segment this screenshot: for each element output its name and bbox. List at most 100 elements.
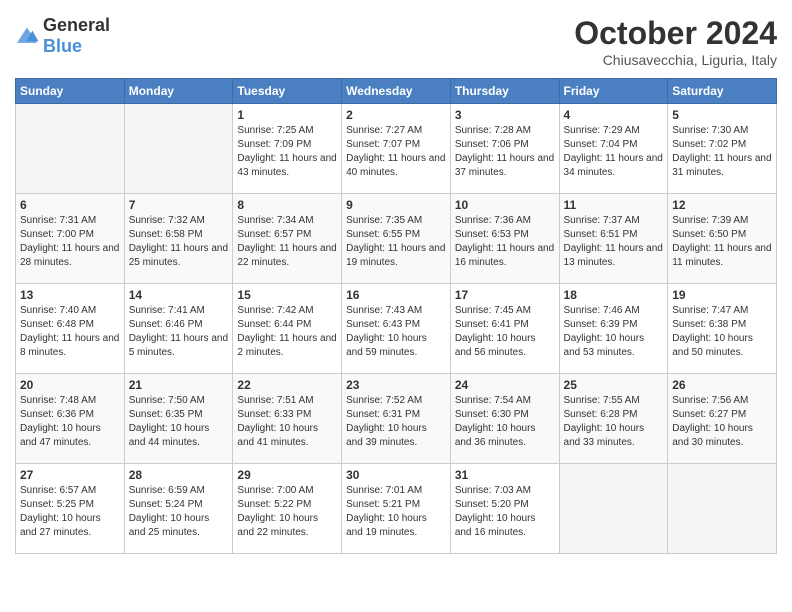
day-number: 28 — [129, 468, 229, 482]
logo-general: General — [43, 15, 110, 35]
day-number: 22 — [237, 378, 337, 392]
calendar-cell: 21 Sunrise: 7:50 AM Sunset: 6:35 PM Dayl… — [124, 374, 233, 464]
calendar-cell: 9 Sunrise: 7:35 AM Sunset: 6:55 PM Dayli… — [342, 194, 451, 284]
calendar-cell — [124, 104, 233, 194]
day-number: 6 — [20, 198, 120, 212]
day-info: Sunrise: 6:59 AM Sunset: 5:24 PM Dayligh… — [129, 484, 229, 540]
day-number: 11 — [564, 198, 664, 212]
day-number: 12 — [672, 198, 772, 212]
calendar-cell: 13 Sunrise: 7:40 AM Sunset: 6:48 PM Dayl… — [16, 284, 125, 374]
calendar-cell: 3 Sunrise: 7:28 AM Sunset: 7:06 PM Dayli… — [450, 104, 559, 194]
header-thursday: Thursday — [450, 79, 559, 104]
day-info: Sunrise: 7:37 AM Sunset: 6:51 PM Dayligh… — [564, 214, 664, 270]
calendar-week-3: 13 Sunrise: 7:40 AM Sunset: 6:48 PM Dayl… — [16, 284, 777, 374]
day-info: Sunrise: 7:54 AM Sunset: 6:30 PM Dayligh… — [455, 394, 555, 450]
day-info: Sunrise: 7:47 AM Sunset: 6:38 PM Dayligh… — [672, 304, 772, 360]
day-info: Sunrise: 7:50 AM Sunset: 6:35 PM Dayligh… — [129, 394, 229, 450]
calendar-cell: 18 Sunrise: 7:46 AM Sunset: 6:39 PM Dayl… — [559, 284, 668, 374]
header-friday: Friday — [559, 79, 668, 104]
day-info: Sunrise: 7:30 AM Sunset: 7:02 PM Dayligh… — [672, 124, 772, 180]
day-number: 23 — [346, 378, 446, 392]
day-info: Sunrise: 7:55 AM Sunset: 6:28 PM Dayligh… — [564, 394, 664, 450]
page-header: General Blue October 2024 Chiusavecchia,… — [15, 15, 777, 68]
calendar-week-5: 27 Sunrise: 6:57 AM Sunset: 5:25 PM Dayl… — [16, 464, 777, 554]
header-tuesday: Tuesday — [233, 79, 342, 104]
calendar-week-2: 6 Sunrise: 7:31 AM Sunset: 7:00 PM Dayli… — [16, 194, 777, 284]
header-row: Sunday Monday Tuesday Wednesday Thursday… — [16, 79, 777, 104]
day-info: Sunrise: 7:42 AM Sunset: 6:44 PM Dayligh… — [237, 304, 337, 360]
calendar-week-4: 20 Sunrise: 7:48 AM Sunset: 6:36 PM Dayl… — [16, 374, 777, 464]
calendar-cell: 23 Sunrise: 7:52 AM Sunset: 6:31 PM Dayl… — [342, 374, 451, 464]
calendar-cell: 30 Sunrise: 7:01 AM Sunset: 5:21 PM Dayl… — [342, 464, 451, 554]
calendar-cell — [668, 464, 777, 554]
location-title: Chiusavecchia, Liguria, Italy — [574, 52, 777, 68]
day-info: Sunrise: 7:34 AM Sunset: 6:57 PM Dayligh… — [237, 214, 337, 270]
day-number: 25 — [564, 378, 664, 392]
day-number: 8 — [237, 198, 337, 212]
day-number: 9 — [346, 198, 446, 212]
day-info: Sunrise: 7:45 AM Sunset: 6:41 PM Dayligh… — [455, 304, 555, 360]
day-number: 30 — [346, 468, 446, 482]
day-number: 31 — [455, 468, 555, 482]
day-info: Sunrise: 7:52 AM Sunset: 6:31 PM Dayligh… — [346, 394, 446, 450]
day-info: Sunrise: 7:56 AM Sunset: 6:27 PM Dayligh… — [672, 394, 772, 450]
calendar-cell: 25 Sunrise: 7:55 AM Sunset: 6:28 PM Dayl… — [559, 374, 668, 464]
calendar-cell: 29 Sunrise: 7:00 AM Sunset: 5:22 PM Dayl… — [233, 464, 342, 554]
day-number: 1 — [237, 108, 337, 122]
calendar-cell: 7 Sunrise: 7:32 AM Sunset: 6:58 PM Dayli… — [124, 194, 233, 284]
day-info: Sunrise: 7:31 AM Sunset: 7:00 PM Dayligh… — [20, 214, 120, 270]
day-number: 5 — [672, 108, 772, 122]
day-number: 15 — [237, 288, 337, 302]
day-number: 16 — [346, 288, 446, 302]
day-number: 4 — [564, 108, 664, 122]
day-number: 24 — [455, 378, 555, 392]
calendar-cell: 12 Sunrise: 7:39 AM Sunset: 6:50 PM Dayl… — [668, 194, 777, 284]
calendar-cell: 16 Sunrise: 7:43 AM Sunset: 6:43 PM Dayl… — [342, 284, 451, 374]
calendar-cell: 22 Sunrise: 7:51 AM Sunset: 6:33 PM Dayl… — [233, 374, 342, 464]
calendar-table: Sunday Monday Tuesday Wednesday Thursday… — [15, 78, 777, 554]
day-number: 19 — [672, 288, 772, 302]
day-info: Sunrise: 6:57 AM Sunset: 5:25 PM Dayligh… — [20, 484, 120, 540]
day-number: 21 — [129, 378, 229, 392]
calendar-cell: 10 Sunrise: 7:36 AM Sunset: 6:53 PM Dayl… — [450, 194, 559, 284]
header-monday: Monday — [124, 79, 233, 104]
day-info: Sunrise: 7:35 AM Sunset: 6:55 PM Dayligh… — [346, 214, 446, 270]
logo: General Blue — [15, 15, 110, 57]
calendar-cell: 11 Sunrise: 7:37 AM Sunset: 6:51 PM Dayl… — [559, 194, 668, 284]
day-number: 17 — [455, 288, 555, 302]
calendar-cell — [16, 104, 125, 194]
day-number: 27 — [20, 468, 120, 482]
calendar-cell: 6 Sunrise: 7:31 AM Sunset: 7:00 PM Dayli… — [16, 194, 125, 284]
calendar-cell: 31 Sunrise: 7:03 AM Sunset: 5:20 PM Dayl… — [450, 464, 559, 554]
day-info: Sunrise: 7:36 AM Sunset: 6:53 PM Dayligh… — [455, 214, 555, 270]
calendar-cell: 4 Sunrise: 7:29 AM Sunset: 7:04 PM Dayli… — [559, 104, 668, 194]
day-info: Sunrise: 7:28 AM Sunset: 7:06 PM Dayligh… — [455, 124, 555, 180]
day-number: 20 — [20, 378, 120, 392]
calendar-cell: 28 Sunrise: 6:59 AM Sunset: 5:24 PM Dayl… — [124, 464, 233, 554]
calendar-cell: 5 Sunrise: 7:30 AM Sunset: 7:02 PM Dayli… — [668, 104, 777, 194]
day-number: 7 — [129, 198, 229, 212]
day-number: 14 — [129, 288, 229, 302]
day-number: 13 — [20, 288, 120, 302]
calendar-cell: 20 Sunrise: 7:48 AM Sunset: 6:36 PM Dayl… — [16, 374, 125, 464]
day-info: Sunrise: 7:51 AM Sunset: 6:33 PM Dayligh… — [237, 394, 337, 450]
calendar-cell: 8 Sunrise: 7:34 AM Sunset: 6:57 PM Dayli… — [233, 194, 342, 284]
day-info: Sunrise: 7:03 AM Sunset: 5:20 PM Dayligh… — [455, 484, 555, 540]
title-section: October 2024 Chiusavecchia, Liguria, Ita… — [574, 15, 777, 68]
day-number: 10 — [455, 198, 555, 212]
calendar-cell: 2 Sunrise: 7:27 AM Sunset: 7:07 PM Dayli… — [342, 104, 451, 194]
day-info: Sunrise: 7:48 AM Sunset: 6:36 PM Dayligh… — [20, 394, 120, 450]
logo-text: General Blue — [43, 15, 110, 57]
day-info: Sunrise: 7:25 AM Sunset: 7:09 PM Dayligh… — [237, 124, 337, 180]
day-info: Sunrise: 7:29 AM Sunset: 7:04 PM Dayligh… — [564, 124, 664, 180]
calendar-week-1: 1 Sunrise: 7:25 AM Sunset: 7:09 PM Dayli… — [16, 104, 777, 194]
day-info: Sunrise: 7:43 AM Sunset: 6:43 PM Dayligh… — [346, 304, 446, 360]
day-number: 29 — [237, 468, 337, 482]
day-info: Sunrise: 7:39 AM Sunset: 6:50 PM Dayligh… — [672, 214, 772, 270]
day-info: Sunrise: 7:27 AM Sunset: 7:07 PM Dayligh… — [346, 124, 446, 180]
day-number: 26 — [672, 378, 772, 392]
calendar-cell: 1 Sunrise: 7:25 AM Sunset: 7:09 PM Dayli… — [233, 104, 342, 194]
calendar-cell: 14 Sunrise: 7:41 AM Sunset: 6:46 PM Dayl… — [124, 284, 233, 374]
calendar-cell: 17 Sunrise: 7:45 AM Sunset: 6:41 PM Dayl… — [450, 284, 559, 374]
day-number: 2 — [346, 108, 446, 122]
